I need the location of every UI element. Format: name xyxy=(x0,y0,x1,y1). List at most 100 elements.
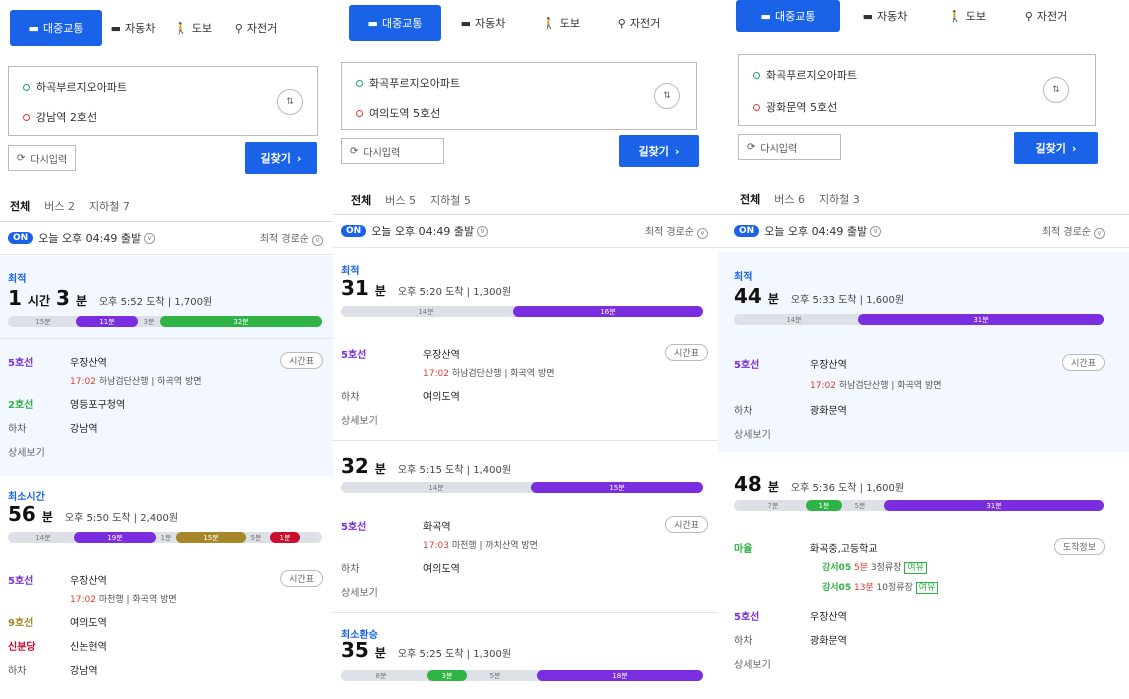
segment-walk: 14분 xyxy=(418,307,434,316)
sort-select[interactable]: 최적 경로순 v xyxy=(645,223,708,239)
detail-link[interactable]: 상세보기 xyxy=(734,426,771,441)
route-card[interactable]: 32 분 오후 5:15 도착 | 1,400원 14분 15분 5호선 화곡역 시… xyxy=(333,448,718,608)
tab-subway[interactable]: 지하철 3 xyxy=(819,191,860,207)
mode-bike-button[interactable]: ⚲ 자전거 xyxy=(1004,0,1088,32)
mode-bike-button[interactable]: ⚲ 자전거 xyxy=(597,5,681,41)
mode-car-button[interactable]: ▬ 자동차 xyxy=(840,0,930,32)
arrival-info-button[interactable]: 도착정보 xyxy=(1053,538,1105,555)
route-duration: 35 분 오후 5:25 도착 | 1,300원 xyxy=(341,638,512,662)
mode-walk-button[interactable]: 🚶 도보 xyxy=(164,10,222,46)
detail-link[interactable]: 상세보기 xyxy=(341,584,378,599)
tab-bus[interactable]: 버스 2 xyxy=(44,198,75,214)
panel-route-gwanghwamun: ▬ 대중교통 ▬ 자동차 🚶 도보 ⚲ 자전거 화곡푸르지오아파트 광화문역 5호선 ⇅… xyxy=(718,0,1129,699)
timetable-button[interactable]: 시간표 xyxy=(1062,354,1105,371)
origin-field[interactable]: 화곡푸르지오아파트 xyxy=(356,75,460,91)
mode-transit-button[interactable]: ▬ 대중교통 xyxy=(349,5,441,41)
swap-icon[interactable]: ⇅ xyxy=(654,83,680,109)
bike-icon: ⚲ xyxy=(1024,9,1033,23)
leg-board: 5호선 우장산역 xyxy=(8,358,107,369)
tab-subway[interactable]: 지하철 5 xyxy=(430,192,471,208)
mode-walk-button[interactable]: 🚶 도보 xyxy=(930,0,1004,32)
leg-board: 5호선 우장산역 xyxy=(734,360,847,371)
find-route-button[interactable]: 길찾기 › xyxy=(1014,132,1098,164)
destination-field[interactable]: 여의도역 5호선 xyxy=(356,105,440,121)
detail-link[interactable]: 상세보기 xyxy=(8,444,45,459)
tab-bus[interactable]: 버스 6 xyxy=(774,191,805,207)
chevron-down-icon[interactable]: v xyxy=(144,232,156,244)
sort-select[interactable]: 최적 경로순 v xyxy=(1042,223,1105,239)
car-icon: ▬ xyxy=(862,9,874,23)
tab-all[interactable]: 전체 xyxy=(740,191,760,207)
route-card[interactable]: 최적 31 분 오후 5:20 도착 | 1,300원 14분 16분 5호선 우장… xyxy=(333,248,718,438)
detail-link[interactable]: 상세보기 xyxy=(734,656,771,671)
tab-all[interactable]: 전체 xyxy=(10,198,30,214)
origin-field[interactable]: 화곡푸르지오아파트 xyxy=(753,67,857,83)
timetable-button[interactable]: 시간표 xyxy=(280,352,323,369)
tab-bus[interactable]: 버스 5 xyxy=(385,192,416,208)
segment-walk: 15분 xyxy=(35,317,51,326)
refresh-icon: ⟳ xyxy=(17,152,26,164)
route-card[interactable]: 48 분 오후 5:36 도착 | 1,600원 7분 1분 5분 31분 마을 화… xyxy=(718,456,1129,699)
chevron-down-icon: v xyxy=(1094,228,1105,239)
departure-bar: ON 오늘 오후 04:49 출발 v 최적 경로순 v xyxy=(718,214,1129,248)
route-label: 최소시간 xyxy=(8,492,45,503)
leg-alight: 하차 광화문역 xyxy=(734,636,847,647)
leg-transfer: 5호선 우장산역 xyxy=(734,612,847,623)
result-tabs: 전체 버스 6 지하철 3 xyxy=(740,191,860,207)
segment-walk: 14분 xyxy=(35,533,51,542)
chevron-down-icon[interactable]: v xyxy=(870,225,882,237)
mode-transit-button[interactable]: ▬ 대중교통 xyxy=(736,0,840,32)
swap-icon[interactable]: ⇅ xyxy=(277,89,303,115)
swap-icon[interactable]: ⇅ xyxy=(1043,77,1069,103)
route-card[interactable]: 최소환승 35 분 오후 5:25 도착 | 1,300원 8분 3분 5분 18… xyxy=(333,620,718,699)
timetable-button[interactable]: 시간표 xyxy=(665,516,708,533)
find-route-button[interactable]: 길찾기 › xyxy=(619,135,699,167)
departure-time[interactable]: 오늘 오후 04:49 출발 xyxy=(371,223,474,239)
destination-field[interactable]: 강남역 2호선 xyxy=(23,109,97,125)
route-timeline: 8분 3분 5분 18분 xyxy=(341,670,703,681)
timetable-button[interactable]: 시간표 xyxy=(280,570,323,587)
tab-all[interactable]: 전체 xyxy=(351,192,371,208)
route-card[interactable]: 최적 1 시간 3분 오후 5:52 도착 | 1,700원 15분 11분 3분… xyxy=(0,256,333,476)
departure-bar: ON 오늘 오후 04:49 출발 v 최적 경로순 v xyxy=(0,221,333,255)
departure-time[interactable]: 오늘 오후 04:49 출발 xyxy=(764,223,867,239)
destination-field[interactable]: 광화문역 5호선 xyxy=(753,99,837,115)
detail-link[interactable]: 상세보기 xyxy=(341,412,378,427)
route-input-box: 하곡부르지오아파트 강남역 2호선 ⇅ xyxy=(8,66,318,136)
divider xyxy=(333,612,718,613)
tab-subway[interactable]: 지하철 7 xyxy=(89,198,130,214)
reset-button[interactable]: ⟳ 다시입력 xyxy=(8,145,77,171)
chevron-down-icon[interactable]: v xyxy=(477,225,489,237)
route-label: 최적 xyxy=(341,266,360,277)
sort-select[interactable]: 최적 경로순 v xyxy=(260,230,323,246)
origin-field[interactable]: 하곡부르지오아파트 xyxy=(23,79,127,95)
destination-dot-icon xyxy=(23,113,30,121)
leg-board-bus: 마을 화곡중,고등학교 xyxy=(734,544,878,555)
find-route-button[interactable]: 길찾기 › xyxy=(245,142,317,174)
mode-walk-button[interactable]: 🚶 도보 xyxy=(525,5,597,41)
segment-line9: 15분 xyxy=(176,532,246,543)
on-badge: ON xyxy=(341,225,367,237)
route-timeline: 14분 15분 xyxy=(341,482,703,493)
on-badge: ON xyxy=(734,225,760,237)
route-duration: 32 분 오후 5:15 도착 | 1,400원 xyxy=(341,454,512,478)
leg-subinfo: 17:03 마천행 | 까치산역 방면 xyxy=(423,541,538,551)
timetable-button[interactable]: 시간표 xyxy=(665,344,708,361)
mode-transit-button[interactable]: ▬ 대중교통 xyxy=(10,10,102,46)
mode-car-button[interactable]: ▬ 자동차 xyxy=(102,10,164,46)
leg-transfer: 9호선 여의도역 xyxy=(8,618,107,629)
segment-walk: 7분 xyxy=(767,501,779,510)
route-card[interactable]: 최적 44 분 오후 5:33 도착 | 1,600원 14분 31분 5호선 우장… xyxy=(718,252,1129,452)
mode-bike-button[interactable]: ⚲ 자전거 xyxy=(222,10,290,46)
reset-button[interactable]: ⟳ 다시입력 xyxy=(738,134,841,160)
reset-button[interactable]: ⟳ 다시입력 xyxy=(341,138,444,164)
leg-subinfo: 17:02 하남검단산행 | 화곡역 방면 xyxy=(423,369,555,379)
departure-time[interactable]: 오늘 오후 04:49 출발 xyxy=(38,230,141,246)
leg-alight: 하차 강남역 xyxy=(8,666,98,677)
route-input-box: 화곡푸르지오아파트 여의도역 5호선 ⇅ xyxy=(341,62,697,130)
leg-subinfo: 17:02 하남검단산행 | 하곡역 방면 xyxy=(70,377,202,387)
mode-car-button[interactable]: ▬ 자동차 xyxy=(441,5,525,41)
leg-subinfo: 17:02 마천행 | 화곡역 방면 xyxy=(70,595,177,605)
segment-walk: 14분 xyxy=(786,315,802,324)
route-card[interactable]: 최소시간 56 분 오후 5:50 도착 | 2,400원 14분 19분 1분 … xyxy=(0,476,333,699)
